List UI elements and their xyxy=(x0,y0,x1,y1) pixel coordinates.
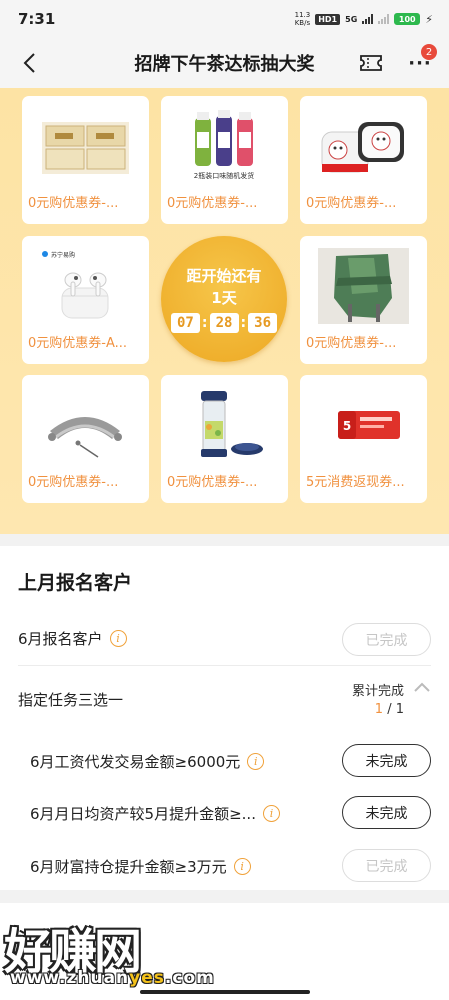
prize-label: 0元购优惠券-... xyxy=(306,336,397,351)
blender-cup-image xyxy=(179,387,270,463)
info-icon[interactable]: i xyxy=(233,858,251,875)
chevron-left-icon xyxy=(23,53,35,73)
network-speed-value: 11.3 xyxy=(294,11,311,19)
network-type: 5G xyxy=(345,14,358,24)
status-bar: 7:31 11.3 KB/s HD1 5G 100 ⚡ xyxy=(0,0,449,38)
task-row: 6月工资代发交易金额≥6000元 i xyxy=(30,751,284,772)
section-title: 上月报名客户 xyxy=(18,572,133,594)
countdown-hours: 07 xyxy=(170,313,200,333)
task-label: 6月月日均资产较5月提升金额≥... xyxy=(30,805,256,823)
neck-massager-image xyxy=(40,387,131,463)
juice-note: 2瓶装口味随机发货 xyxy=(194,171,254,180)
page-title: 招牌下午茶达标抽大奖 xyxy=(134,54,315,75)
prize-label: 5元消费返现券... xyxy=(306,475,405,490)
prize-label: 0元购优惠券-... xyxy=(167,475,258,490)
task-label: 6月报名客户 xyxy=(18,630,103,648)
prize-card[interactable]: 0元购优惠券-... xyxy=(22,375,149,503)
prize-label: 0元购优惠券-... xyxy=(28,196,119,211)
countdown-days: 1天 xyxy=(211,289,237,307)
completed-count: 1 xyxy=(374,702,384,717)
charging-icon: ⚡ xyxy=(425,12,433,26)
prize-card[interactable]: 0元购优惠券-... xyxy=(300,236,427,364)
chevron-up-icon[interactable] xyxy=(413,681,431,693)
info-icon[interactable]: i xyxy=(109,630,127,647)
back-button[interactable] xyxy=(16,50,42,76)
prize-label: 0元购优惠券-A... xyxy=(28,336,128,351)
battery-icon: 100 xyxy=(394,13,421,25)
prize-label: 0元购优惠券-... xyxy=(28,475,119,490)
cumulative-label: 累计完成 xyxy=(351,684,404,699)
divider xyxy=(18,665,431,666)
task-row: 6月财富持仓提升金额≥3万元 i xyxy=(30,856,284,877)
coupon-amount: 5 xyxy=(343,419,351,433)
prize-grid: 0元购优惠券-... 2瓶装口味随机发货 0元购优惠券-... 0元购优惠券-.… xyxy=(0,88,449,534)
tissue-box-image xyxy=(40,108,131,184)
status-button-incomplete[interactable]: 未完成 xyxy=(342,744,431,777)
task-section: 上月报名客户 6月报名客户 i 已完成 指定任务三选一 累计完成 1 / 1 6… xyxy=(0,546,449,890)
task-label: 6月财富持仓提升金额≥3万元 xyxy=(30,858,227,876)
total-count: / 1 xyxy=(387,702,404,717)
network-speed: 11.3 KB/s xyxy=(295,11,311,27)
prize-card[interactable]: 苏宁易购 0元购优惠券-A... xyxy=(22,236,149,364)
ticket-icon xyxy=(360,55,382,71)
prize-card[interactable]: 2瓶装口味随机发货 0元购优惠券-... xyxy=(161,96,288,224)
countdown-timer: 07 : 28 : 36 xyxy=(170,313,278,333)
prize-label: 0元购优惠券-... xyxy=(167,196,258,211)
blanket-image xyxy=(318,248,409,324)
home-indicator[interactable] xyxy=(140,990,310,994)
status-button-completed[interactable]: 已完成 xyxy=(342,849,431,882)
cumulative-progress: 1 / 1 xyxy=(375,702,404,717)
ticket-button[interactable] xyxy=(359,52,383,74)
countdown-title: 距开始还有 xyxy=(186,267,262,285)
signal-icon xyxy=(362,14,374,24)
countdown-circle: 距开始还有 1天 07 : 28 : 36 xyxy=(161,236,287,362)
juice-bottles-image: 2瓶装口味随机发货 xyxy=(179,108,270,184)
prize-label: 0元购优惠券-... xyxy=(306,196,397,211)
task-group-label: 指定任务三选一 xyxy=(18,691,124,709)
pillows-image xyxy=(318,108,409,184)
task-label: 6月工资代发交易金额≥6000元 xyxy=(30,753,241,771)
countdown-seconds: 36 xyxy=(248,313,278,333)
info-icon[interactable]: i xyxy=(247,753,265,770)
notification-badge: 2 xyxy=(421,44,437,60)
watermark-url-part: .com xyxy=(164,968,215,988)
status-time: 7:31 xyxy=(18,10,56,28)
status-icons: 11.3 KB/s HD1 5G 100 ⚡ xyxy=(295,11,433,27)
watermark-url: www.zhuanyes.com xyxy=(10,968,215,988)
task-row: 6月月日均资产较5月提升金额≥... i xyxy=(30,803,324,824)
watermark-url-part: www.zhuan xyxy=(10,968,130,988)
network-speed-unit: KB/s xyxy=(294,19,311,27)
status-button-incomplete[interactable]: 未完成 xyxy=(342,796,431,829)
prize-card[interactable]: 0元购优惠券-... xyxy=(300,96,427,224)
brand-text: 苏宁易购 xyxy=(51,251,75,259)
hd-icon: HD1 xyxy=(315,13,341,25)
watermark-url-highlight: yes xyxy=(129,968,165,988)
prize-card[interactable]: 0元购优惠券-... xyxy=(22,96,149,224)
nav-bar: 招牌下午茶达标抽大奖 ··· 2 xyxy=(0,38,449,88)
signal-weak-icon xyxy=(378,14,390,24)
countdown-minutes: 28 xyxy=(209,313,239,333)
prize-card[interactable]: 5 5元消费返现券... xyxy=(300,375,427,503)
prize-card[interactable]: 0元购优惠券-... xyxy=(161,375,288,503)
battery-level: 100 xyxy=(398,14,416,24)
info-icon[interactable]: i xyxy=(262,805,280,822)
cashback-coupon-image: 5 xyxy=(318,387,409,463)
earbuds-image: 苏宁易购 xyxy=(40,248,131,324)
status-button-completed[interactable]: 已完成 xyxy=(342,623,431,656)
